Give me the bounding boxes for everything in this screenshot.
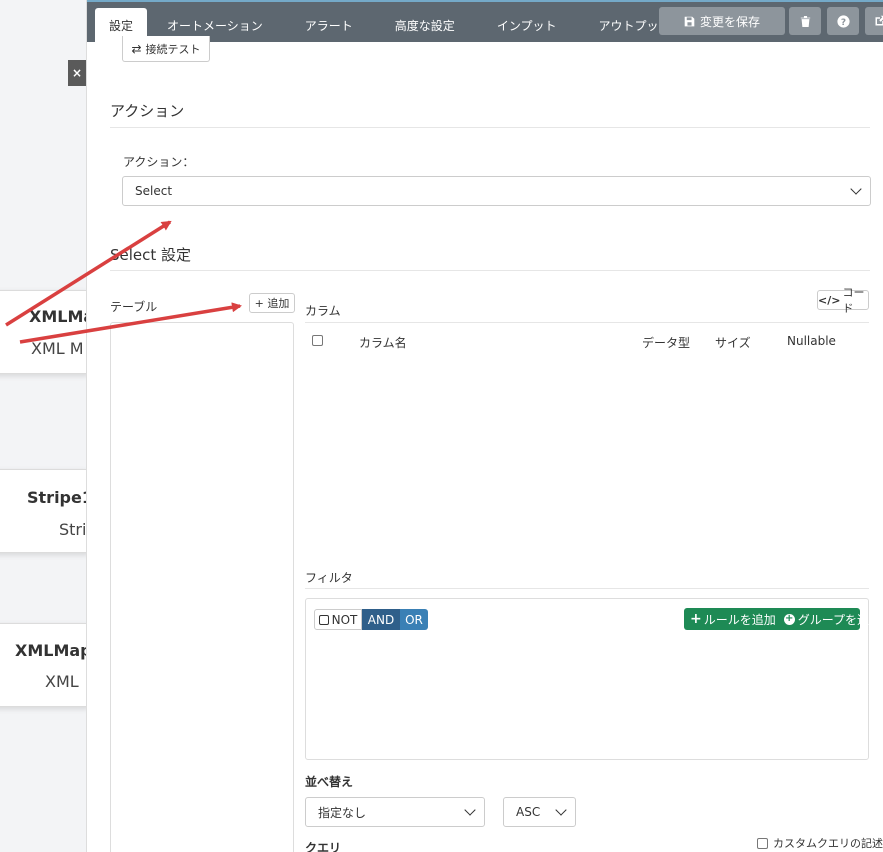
node-subtitle: XML: [45, 672, 79, 691]
node-subtitle: Stri: [59, 520, 87, 539]
and-button[interactable]: AND: [362, 609, 400, 630]
external-button[interactable]: [865, 7, 883, 35]
action-select[interactable]: Select: [122, 176, 871, 206]
column-header-name[interactable]: カラム名: [359, 334, 407, 351]
node-title: XMLMap: [15, 641, 92, 660]
action-section-title: アクション: [110, 102, 185, 120]
add-table-button[interactable]: + 追加: [249, 293, 295, 313]
swap-icon: ⇄: [131, 41, 142, 56]
sort-order-select[interactable]: ASC: [503, 797, 576, 827]
tabbar-accent: [87, 0, 883, 2]
code-label: コード: [842, 286, 865, 315]
action-select-value: Select: [135, 184, 173, 198]
filter-actions: + ルールを追加 + グループを追加: [684, 608, 881, 630]
code-button[interactable]: </> コード: [817, 286, 869, 315]
custom-query-checkbox[interactable]: [757, 838, 768, 849]
not-label: NOT: [331, 612, 358, 627]
divider: [110, 127, 870, 128]
close-icon[interactable]: ×: [68, 60, 86, 86]
sort-label: 並べ替え: [305, 775, 354, 789]
plus-circle-icon: +: [783, 613, 795, 625]
table-label: テーブル: [110, 300, 158, 314]
sort-field-value: 指定なし: [318, 805, 367, 820]
custom-query-label: カスタムクエリの記述: [773, 837, 883, 850]
sort-order-value: ASC: [516, 805, 541, 819]
tab-advanced[interactable]: 高度な設定: [381, 8, 469, 42]
help-icon: ?: [836, 14, 850, 27]
canvas-node-card[interactable]: XMLMap XML: [0, 623, 92, 707]
not-checkbox: [318, 614, 329, 625]
column-label: カラム: [305, 304, 341, 318]
column-header-size[interactable]: サイズ: [715, 334, 751, 351]
code-icon: </>: [818, 293, 841, 307]
select-all-checkbox[interactable]: [312, 335, 323, 346]
save-label: 変更を保存: [699, 14, 760, 29]
node-subtitle: XML M: [31, 339, 84, 358]
chevron-down-icon: [464, 804, 476, 816]
or-button[interactable]: OR: [400, 609, 428, 630]
node-title: XMLMa: [29, 307, 95, 326]
delete-button[interactable]: [789, 7, 821, 35]
divider: [305, 322, 869, 323]
column-header-nullable[interactable]: Nullable: [787, 334, 836, 348]
action-field-label: アクション：: [123, 155, 195, 169]
canvas-node-card[interactable]: XMLMa XML M: [0, 290, 94, 374]
not-toggle[interactable]: NOT: [314, 609, 362, 630]
select-section-title: Select 設定: [110, 246, 192, 264]
filter-label: フィルタ: [305, 571, 353, 585]
help-button[interactable]: ?: [827, 7, 859, 35]
column-header-type[interactable]: データ型: [642, 334, 690, 351]
query-label: クエリ: [305, 841, 342, 852]
connection-test-label: 接続テスト: [145, 42, 201, 56]
tab-input[interactable]: インプット: [483, 8, 571, 42]
svg-text:?: ?: [840, 17, 845, 27]
add-group-label: グループを追加: [797, 612, 882, 627]
trash-icon: [800, 15, 810, 27]
canvas-node-card[interactable]: Stripe1_ Stri: [0, 469, 101, 553]
settings-panel: 設定 オートメーション アラート 高度な設定 インプット アウトプット イベント…: [86, 0, 883, 852]
save-icon: [684, 16, 695, 26]
divider: [110, 270, 870, 271]
sort-field-select[interactable]: 指定なし: [305, 797, 485, 827]
save-button[interactable]: 変更を保存: [659, 7, 785, 35]
external-link-icon: [875, 15, 883, 26]
table-list[interactable]: [110, 322, 294, 852]
divider: [305, 588, 869, 589]
add-rule-button[interactable]: + ルールを追加: [684, 611, 776, 628]
chevron-down-icon: [555, 804, 567, 816]
add-group-button[interactable]: + グループを追加: [783, 611, 882, 628]
chevron-down-icon: [850, 183, 862, 195]
tab-alert[interactable]: アラート: [291, 8, 367, 42]
plus-icon: +: [690, 611, 702, 627]
add-rule-label: ルールを追加: [703, 612, 776, 627]
connection-test-button[interactable]: ⇄ 接続テスト: [122, 36, 210, 62]
